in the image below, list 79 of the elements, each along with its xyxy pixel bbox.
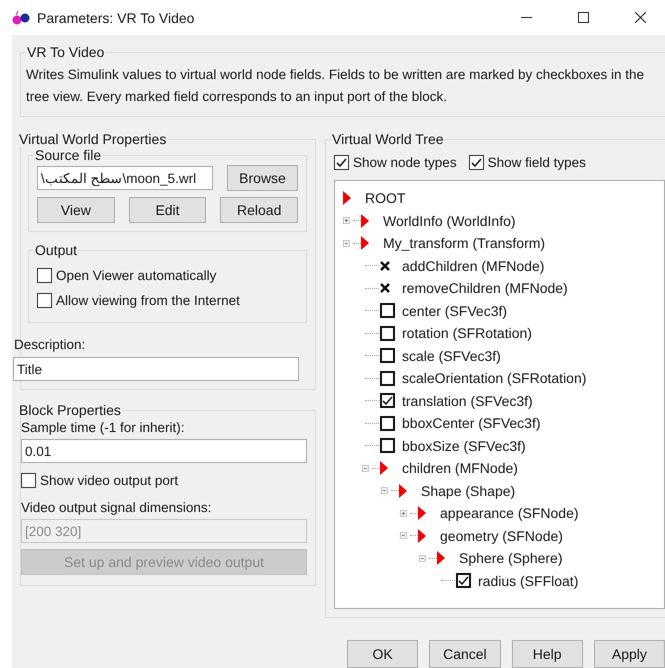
checkbox-label: Show node types — [353, 155, 457, 170]
node-icon — [418, 528, 426, 543]
tree-item[interactable]: Sphere (Sphere) — [459, 550, 563, 566]
checkbox[interactable] — [37, 293, 52, 308]
checkbox[interactable] — [380, 438, 395, 454]
dialog-button[interactable]: Apply — [594, 640, 665, 668]
minimize-icon[interactable] — [520, 17, 532, 18]
collapse-icon[interactable] — [362, 462, 369, 474]
tree-item[interactable]: addChildren (MFNode) — [402, 258, 544, 274]
file-path-field[interactable]: \سطح المكتب\moon_5.wrl — [37, 166, 213, 190]
close-icon[interactable] — [634, 12, 646, 23]
tree-item[interactable]: rotation (SFRotation) — [402, 325, 532, 342]
maximize-icon[interactable] — [578, 12, 588, 23]
app-icon — [12, 10, 30, 24]
sample-time-field[interactable]: 0.01 — [21, 439, 307, 463]
node-icon — [437, 551, 445, 566]
node-icon — [418, 506, 426, 520]
checkbox[interactable] — [380, 393, 395, 408]
group-title: VR To Video — [26, 44, 106, 60]
expand-icon[interactable] — [400, 508, 407, 519]
tree-item[interactable]: scale (SFVec3f) — [402, 348, 501, 364]
collapse-icon[interactable] — [381, 485, 388, 496]
action-button[interactable]: View — [37, 197, 115, 223]
node-icon — [361, 214, 369, 228]
checkbox-label: Allow viewing from the Internet — [56, 293, 240, 308]
checkbox[interactable] — [380, 370, 395, 386]
tree-item[interactable]: bboxCenter (SFVec3f) — [402, 415, 541, 432]
checkbox[interactable] — [334, 155, 349, 170]
node-icon — [380, 461, 388, 476]
group-title: Block Properties — [18, 402, 122, 418]
tree-item[interactable]: translation (SFVec3f) — [402, 392, 533, 409]
checkbox[interactable] — [37, 268, 52, 283]
dialog-button[interactable]: Cancel — [429, 640, 500, 668]
tree-item[interactable]: Shape (Shape) — [421, 482, 516, 499]
checkbox-label: Show video output port — [40, 473, 178, 488]
tree-item[interactable]: radius (SFFloat) — [478, 572, 578, 589]
checkbox[interactable] — [468, 155, 484, 170]
checkbox[interactable] — [380, 303, 395, 318]
collapse-icon[interactable] — [343, 238, 350, 249]
checkbox[interactable] — [456, 573, 471, 588]
cross-icon — [380, 260, 390, 271]
tree-item[interactable]: removeChildren (MFNode) — [402, 280, 568, 296]
group-title: Virtual World Tree — [331, 131, 445, 147]
action-button[interactable]: Edit — [128, 197, 206, 223]
tree-item[interactable]: bboxSize (SFVec3f) — [402, 438, 526, 454]
dialog-button[interactable]: Help — [512, 640, 583, 668]
tree-item[interactable]: ROOT — [365, 190, 406, 206]
tree-item[interactable]: My_transform (Transform) — [383, 235, 546, 252]
checkbox-label: Show field types — [488, 155, 586, 170]
checkbox[interactable] — [380, 348, 395, 364]
tree-item[interactable]: scaleOrientation (SFRotation) — [402, 370, 586, 386]
dialog-button[interactable]: OK — [347, 640, 418, 668]
browse-button[interactable]: Browse — [227, 165, 298, 191]
description-field[interactable]: Title — [13, 357, 299, 381]
tree-item[interactable]: geometry (SFNode) — [440, 528, 563, 544]
field-label: Video output signal dimensions: — [21, 500, 212, 515]
checkbox[interactable] — [380, 326, 395, 341]
tree-item[interactable]: appearance (SFNode) — [440, 505, 579, 522]
block-description: Writes Simulink values to virtual world node fields. Fields to be written are marked by checkboxes in the tree view. Every marked field corresponds to an input port of the block. — [26, 66, 646, 106]
cross-icon — [380, 283, 390, 294]
group-title: Output — [34, 242, 78, 258]
checkbox[interactable] — [380, 416, 395, 431]
window-title: Parameters: VR To Video — [37, 10, 196, 26]
tree-item[interactable]: children (MFNode) — [402, 460, 518, 476]
field-label: Sample time (-1 for inherit): — [21, 420, 186, 435]
collapse-icon[interactable] — [419, 552, 426, 564]
expand-icon[interactable] — [343, 215, 350, 226]
action-button[interactable]: Reload — [220, 197, 298, 223]
checkbox-label: Open Viewer automatically — [56, 268, 216, 283]
group-title: Source file — [34, 147, 102, 163]
group-title: Virtual World Properties — [18, 131, 168, 147]
tree-item[interactable]: WorldInfo (WorldInfo) — [383, 212, 516, 229]
field-label: Description: — [14, 337, 86, 352]
checkbox[interactable] — [21, 473, 36, 488]
tree-item[interactable]: center (SFVec3f) — [402, 302, 508, 319]
node-icon — [399, 484, 407, 498]
node-icon — [361, 236, 369, 250]
collapse-icon[interactable] — [400, 530, 407, 542]
node-icon — [343, 191, 351, 206]
